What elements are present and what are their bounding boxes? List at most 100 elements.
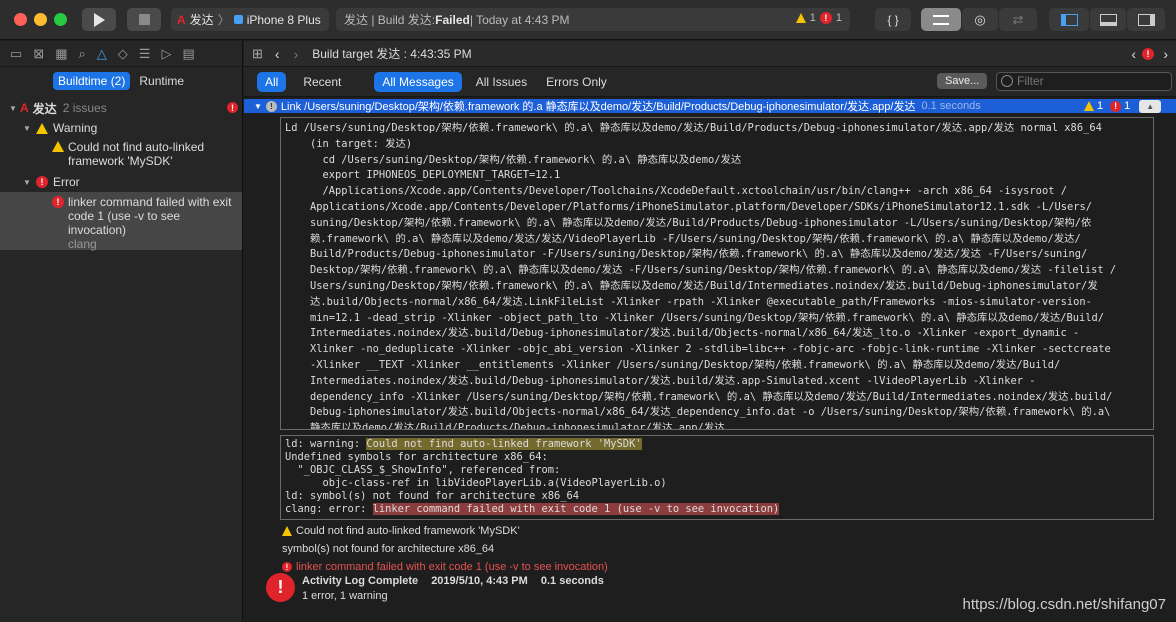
search-icon[interactable]: ⌕ xyxy=(79,46,86,62)
back-icon[interactable]: ‹ xyxy=(275,46,280,62)
toggle-inspector-button[interactable] xyxy=(1127,8,1165,31)
link-step-seconds: 0.1 seconds xyxy=(921,100,981,112)
status-bold: Failed xyxy=(435,12,470,27)
folder-icon[interactable]: ▭ xyxy=(10,46,22,62)
error-count: 1 xyxy=(835,12,842,24)
error-group-row[interactable]: ▼ ! Error xyxy=(0,172,242,192)
project-issues: 2 issues xyxy=(62,101,107,115)
warning-message-row[interactable]: Could not find auto-linked framework 'My… xyxy=(282,525,520,537)
source-control-icon[interactable]: ⊠ xyxy=(33,46,44,62)
runtime-tab[interactable]: Runtime xyxy=(134,72,189,90)
warning-issue-row[interactable]: Could not find auto-linked framework 'My… xyxy=(0,138,242,172)
related-items-icon[interactable]: ⊞ xyxy=(252,46,263,62)
error-icon[interactable]: ! xyxy=(1142,48,1154,60)
error-issue-sub: clang xyxy=(68,237,97,251)
symbols-message-text: symbol(s) not found for architecture x86… xyxy=(282,543,495,555)
status-prefix: 发达 | Build 发达: xyxy=(344,13,436,27)
linker-output: ld: warning: Could not find auto-linked … xyxy=(280,435,1154,520)
scheme-selector[interactable]: A 发达 〉 iPhone 8 Plus xyxy=(171,8,329,31)
arrows-icon: ⇄ xyxy=(1012,11,1024,27)
summary-line: Activity Log Complete 2019/5/10, 4:43 PM… xyxy=(302,574,604,589)
link-step-row[interactable]: ▼ ! Link /Users/suning/Desktop/架构/依赖.fra… xyxy=(244,99,1176,113)
filter-all-messages[interactable]: All Messages xyxy=(374,71,462,92)
close-window-button[interactable] xyxy=(14,13,27,26)
clang-error-prefix: clang: error: xyxy=(285,503,373,515)
braces-icon: { } xyxy=(887,12,899,27)
warning-icon xyxy=(282,526,292,536)
filter-all[interactable]: All xyxy=(257,71,287,92)
next-issue-icon[interactable]: › xyxy=(1163,46,1168,62)
activity-summary: ! Activity Log Complete 2019/5/10, 4:43 … xyxy=(266,573,604,604)
disclosure-down-icon[interactable]: ▼ xyxy=(22,124,32,133)
error-issue-block: linker command failed with exit code 1 (… xyxy=(68,195,238,251)
large-error-icon: ! xyxy=(266,573,295,602)
save-button[interactable]: Save... xyxy=(937,73,988,89)
minimize-window-button[interactable] xyxy=(34,13,47,26)
warning-icon[interactable] xyxy=(795,13,806,23)
debug-icon[interactable]: ☰ xyxy=(139,46,151,62)
summary-date: 2019/5/10, 4:43 PM xyxy=(431,575,528,587)
buildtime-tab[interactable]: Buildtime (2) xyxy=(53,72,131,90)
symbol-icon[interactable]: ▦ xyxy=(55,46,67,62)
filter-icon xyxy=(1001,75,1013,87)
filter-recent[interactable]: Recent xyxy=(295,72,349,92)
error-icon: ! xyxy=(52,196,64,208)
clang-error-text: linker command failed with exit code 1 (… xyxy=(372,503,780,515)
chevron-right-icon: 〉 xyxy=(217,13,230,27)
standard-editor-button[interactable] xyxy=(921,8,961,31)
forward-icon[interactable]: › xyxy=(294,46,299,62)
filter-all-issues[interactable]: All Issues xyxy=(468,72,535,92)
warning-group-row[interactable]: ▼ Warning xyxy=(0,118,242,138)
version-editor-button[interactable]: ⇄ xyxy=(999,8,1037,31)
summary-text: Activity Log Complete 2019/5/10, 4:43 PM… xyxy=(302,573,604,604)
link-warning-count: 1 xyxy=(1097,100,1104,112)
project-name: 发达 xyxy=(32,101,57,116)
issue-mode-segmented: Buildtime (2) Runtime xyxy=(53,72,189,90)
library-button[interactable]: { } xyxy=(875,8,911,31)
collapse-icon[interactable]: ▲ xyxy=(1139,99,1162,113)
summary-seconds: 0.1 seconds xyxy=(540,575,604,587)
warning-icon xyxy=(52,141,64,152)
undefined-symbols-text: Undefined symbols for architecture x86_6… xyxy=(285,451,667,502)
error-issue-row[interactable]: ! linker command failed with exit code 1… xyxy=(0,192,242,251)
jump-bar: ⊞ ‹ › Build target 发达 : 4:43:35 PM ‹ ! › xyxy=(244,41,1176,67)
error-message-row[interactable]: ! linker command failed with exit code 1… xyxy=(282,561,608,573)
jump-bar-title[interactable]: Build target 发达 : 4:43:35 PM xyxy=(312,45,471,62)
xcode-window: A 发达 〉 iPhone 8 Plus 发达 | Build 发达: Fail… xyxy=(0,0,1176,622)
link-error-count: 1 xyxy=(1124,100,1131,112)
disclosure-down-icon[interactable]: ▼ xyxy=(254,102,262,111)
error-message-text: linker command failed with exit code 1 (… xyxy=(296,561,608,573)
filter-errors-only[interactable]: Errors Only xyxy=(538,72,615,92)
issue-navigator: ▭ ⊠ ▦ ⌕ △ ◇ ☰ ▷ ▤ Buildtime (2) Runtime … xyxy=(0,41,243,622)
assistant-editor-button[interactable]: ◎ xyxy=(962,8,998,31)
toggle-navigator-button[interactable] xyxy=(1049,8,1089,31)
issue-list: ▼ A 发达 2 issues ! ▼ Warning Could not fi… xyxy=(0,98,242,251)
filter-placeholder: Filter xyxy=(1017,74,1044,88)
report-editor: ⊞ ‹ › Build target 发达 : 4:43:35 PM ‹ ! ›… xyxy=(244,41,1176,622)
stop-button[interactable] xyxy=(127,8,161,31)
warning-icon xyxy=(36,122,48,134)
issue-navigator-icon[interactable]: △ xyxy=(97,46,107,62)
warning-icon xyxy=(1084,101,1094,111)
project-row[interactable]: ▼ A 发达 2 issues ! xyxy=(0,98,242,118)
symbols-message-row[interactable]: symbol(s) not found for architecture x86… xyxy=(282,543,494,555)
breakpoint-icon[interactable]: ▷ xyxy=(161,46,171,62)
run-button[interactable] xyxy=(82,8,116,31)
link-step-badges: 1 ! 1 ▲ xyxy=(1080,99,1166,113)
prev-issue-icon[interactable]: ‹ xyxy=(1131,46,1136,62)
device-icon xyxy=(233,15,243,24)
error-icon: ! xyxy=(227,102,238,113)
disclosure-down-icon[interactable]: ▼ xyxy=(8,104,18,113)
status-suffix: | Today at 4:43 PM xyxy=(469,12,570,27)
test-icon[interactable]: ◇ xyxy=(118,46,128,62)
filter-input[interactable]: Filter xyxy=(996,72,1172,91)
disclosure-down-icon[interactable]: ▼ xyxy=(22,178,32,187)
toggle-debug-area-button[interactable] xyxy=(1090,8,1126,31)
warning-issue-text: Could not find auto-linked framework 'My… xyxy=(68,140,205,168)
warning-message-text: Could not find auto-linked framework 'My… xyxy=(296,525,520,537)
error-icon: ! xyxy=(36,176,48,188)
report-icon[interactable]: ▤ xyxy=(182,46,194,62)
zoom-window-button[interactable] xyxy=(54,13,67,26)
link-info-icon: ! xyxy=(265,100,277,112)
error-icon[interactable]: ! xyxy=(819,12,832,24)
